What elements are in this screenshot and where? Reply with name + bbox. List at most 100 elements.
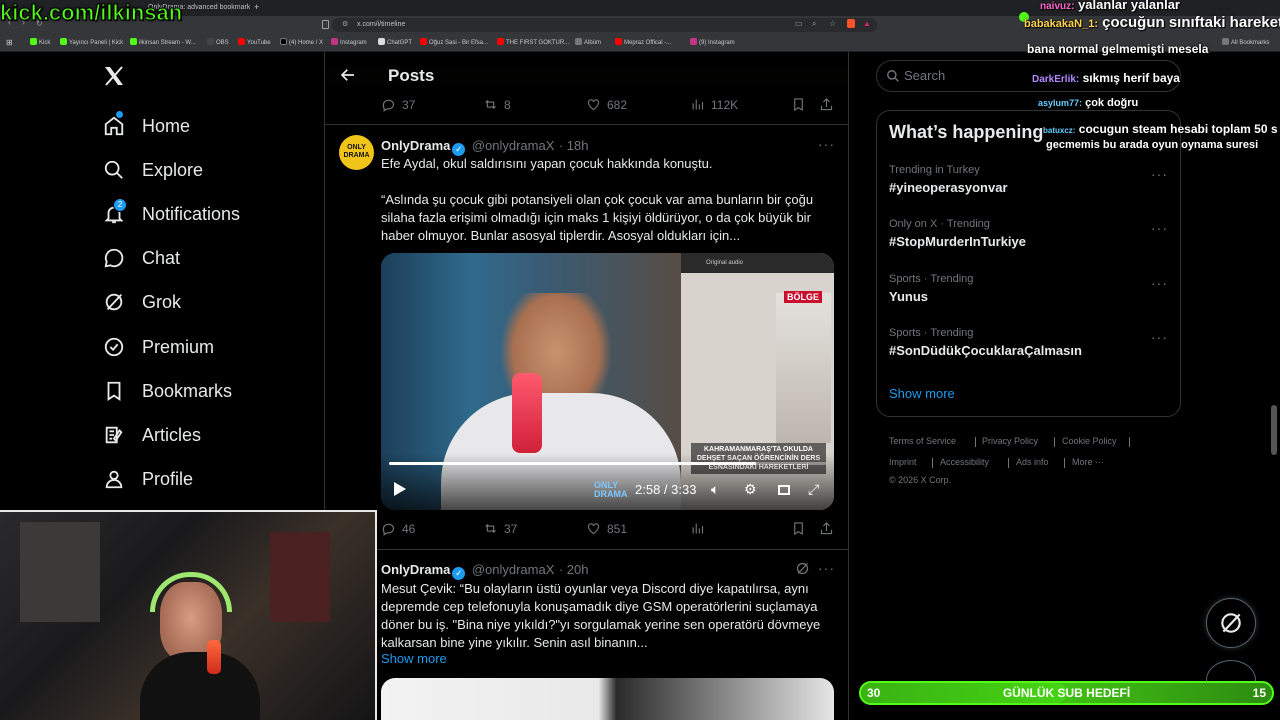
bookmark-obs[interactable]: OBS xyxy=(207,38,229,46)
divider xyxy=(325,124,848,125)
views-button[interactable]: 112K xyxy=(690,97,738,112)
share-button[interactable] xyxy=(819,521,834,536)
bookmark-goktur[interactable]: THE FIRST GOKTUR... xyxy=(497,38,569,46)
tweet-media[interactable] xyxy=(381,678,834,720)
bookmark-chatgpt[interactable]: ChatGPT xyxy=(378,38,412,46)
author-handle[interactable]: @onlydramaX xyxy=(472,138,555,153)
bookmark-button[interactable] xyxy=(791,97,806,112)
bookmark-album[interactable]: Albüm xyxy=(575,38,601,46)
tweet-header: OnlyDrama ✓ @onlydramaX · 20h xyxy=(381,561,589,580)
footer-link[interactable]: Imprint xyxy=(889,457,917,467)
nav-item-grok[interactable]: Grok xyxy=(102,286,181,318)
trend-item[interactable]: Only on X · Trending #StopMurderInTurkiye xyxy=(889,218,1026,249)
nav-item-chat[interactable]: Chat xyxy=(102,242,180,274)
bookmark-instagram[interactable]: Instagram xyxy=(331,38,367,46)
video-player[interactable]: Original audio BÖLGE KAHRAMANMARAŞ'TA OK… xyxy=(381,253,834,510)
more-options-icon[interactable]: ··· xyxy=(818,136,835,152)
new-tab-icon[interactable]: + xyxy=(254,2,259,12)
footer-link[interactable]: Terms of Service xyxy=(889,436,956,446)
trend-item[interactable]: Sports · Trending #SonDüdükÇocuklaraÇalma… xyxy=(889,327,1082,358)
pip-icon[interactable] xyxy=(778,485,790,495)
bookmark-oguz[interactable]: Oğuz Sasi - Bir Efsa... xyxy=(420,38,488,46)
like-button[interactable]: 851 xyxy=(586,521,627,536)
footer-link[interactable]: More ··· xyxy=(1072,457,1104,467)
bookmark-youtube[interactable]: YouTube xyxy=(238,38,271,46)
post-time[interactable]: · 18h xyxy=(559,138,589,153)
chat-user: DarkErlik: xyxy=(1032,74,1080,85)
author-name[interactable]: OnlyDrama xyxy=(381,138,450,153)
share-button[interactable] xyxy=(819,97,834,112)
repost-button[interactable]: 37 xyxy=(483,521,517,536)
bookmark-instagram-2[interactable]: (9) Instagram xyxy=(690,38,735,46)
cast-icon[interactable]: ▭ xyxy=(795,19,803,28)
nav-item-explore[interactable]: Explore xyxy=(102,154,203,186)
nav-item-profile[interactable]: Profile xyxy=(102,463,193,495)
repost-button[interactable]: 8 xyxy=(483,97,511,112)
rewards-icon[interactable]: ▲ xyxy=(863,19,871,28)
bookmark-x-home[interactable]: (4) Home / X xyxy=(280,38,323,46)
site-info-icon[interactable]: ⚙ xyxy=(342,20,348,28)
back-arrow-icon[interactable] xyxy=(339,66,357,84)
chat-user: batuxcz: xyxy=(1043,126,1076,135)
nav-item-articles[interactable]: Articles xyxy=(102,419,201,451)
bookmark-kick[interactable]: Kick xyxy=(30,38,50,46)
views-button[interactable] xyxy=(690,521,705,536)
x-logo-icon[interactable] xyxy=(102,64,126,88)
reply-button[interactable]: 37 xyxy=(381,97,415,112)
reply-icon xyxy=(382,523,394,536)
views-icon xyxy=(692,523,704,534)
bookmark-star-icon[interactable]: ☆ xyxy=(829,19,836,28)
zoom-icon[interactable]: ⌕ xyxy=(812,19,816,29)
apps-grid-icon[interactable]: ⊞ xyxy=(6,38,13,47)
more-options-icon[interactable]: ··· xyxy=(818,560,835,576)
settings-icon[interactable]: ⚙ xyxy=(744,481,757,498)
like-button[interactable]: 682 xyxy=(586,97,627,112)
show-more-link[interactable]: Show more xyxy=(381,651,447,666)
bookmark-stream[interactable]: ilkinsan Stream - W... xyxy=(130,38,196,46)
kick-channel-url: kick.com/ilkinsan xyxy=(0,0,183,26)
bookmark-icon xyxy=(102,379,126,403)
footer-link[interactable]: Ads info xyxy=(1016,457,1049,467)
trend-item[interactable]: Trending in Turkey #yineoperasyonvar xyxy=(889,164,1008,195)
chat-message: DarkErlik: sıkmış herif baya xyxy=(1032,71,1180,85)
grok-floating-button[interactable] xyxy=(1206,598,1256,648)
grok-explain-icon[interactable] xyxy=(795,561,810,576)
trend-more-icon[interactable]: ··· xyxy=(1151,329,1168,345)
trend-name: Yunus xyxy=(889,289,929,304)
play-icon[interactable] xyxy=(393,481,407,497)
trend-more-icon[interactable]: ··· xyxy=(1151,275,1168,291)
trend-more-icon[interactable]: ··· xyxy=(1151,166,1168,182)
footer-link[interactable]: Privacy Policy xyxy=(982,436,1038,446)
nav-item-bookmarks[interactable]: Bookmarks xyxy=(102,375,232,407)
trend-meta: Only on X · Trending xyxy=(889,218,990,230)
avatar[interactable]: ONLY DRAMA xyxy=(339,135,374,170)
heart-icon xyxy=(587,99,600,111)
post-time[interactable]: · 20h xyxy=(559,562,589,577)
trend-more-icon[interactable]: ··· xyxy=(1151,220,1168,236)
sidebar-toggle-icon[interactable] xyxy=(322,20,329,29)
trend-item[interactable]: Sports · Trending Yunus xyxy=(889,273,973,304)
footer-link[interactable]: Accessibility xyxy=(940,457,989,467)
volume-icon[interactable]: 🔈︎ xyxy=(711,481,719,498)
author-name[interactable]: OnlyDrama xyxy=(381,562,450,577)
trends-show-more-link[interactable]: Show more xyxy=(889,386,955,401)
video-progress-fill xyxy=(389,462,757,465)
search-icon xyxy=(886,69,900,83)
author-handle[interactable]: @onlydramaX xyxy=(472,562,555,577)
url-text: x.com/i/timeline xyxy=(357,21,406,28)
fullscreen-icon[interactable]: ⤢ xyxy=(808,481,819,498)
all-bookmarks[interactable]: All Bookmarks xyxy=(1222,38,1269,46)
video-progress-track[interactable] xyxy=(389,462,826,465)
sub-goal-bar: 30 GÜNLÜK SUB HEDEFİ 15 xyxy=(859,681,1274,705)
reply-button[interactable]: 46 xyxy=(381,521,415,536)
bookmark-mepraz[interactable]: Mepraz Offical -... xyxy=(615,38,671,46)
page-scrollbar[interactable] xyxy=(1271,405,1277,455)
nav-item-premium[interactable]: Premium xyxy=(102,331,214,363)
inset-student xyxy=(776,293,831,443)
bookmark-yayinci[interactable]: Yayıncı Paneli | Kick xyxy=(60,38,123,46)
footer-link[interactable]: Cookie Policy xyxy=(1062,436,1117,446)
heart-icon xyxy=(587,523,600,535)
bookmark-button[interactable] xyxy=(791,521,806,536)
chat-user: asylum77: xyxy=(1038,98,1083,108)
brave-shield-icon[interactable] xyxy=(847,19,855,28)
